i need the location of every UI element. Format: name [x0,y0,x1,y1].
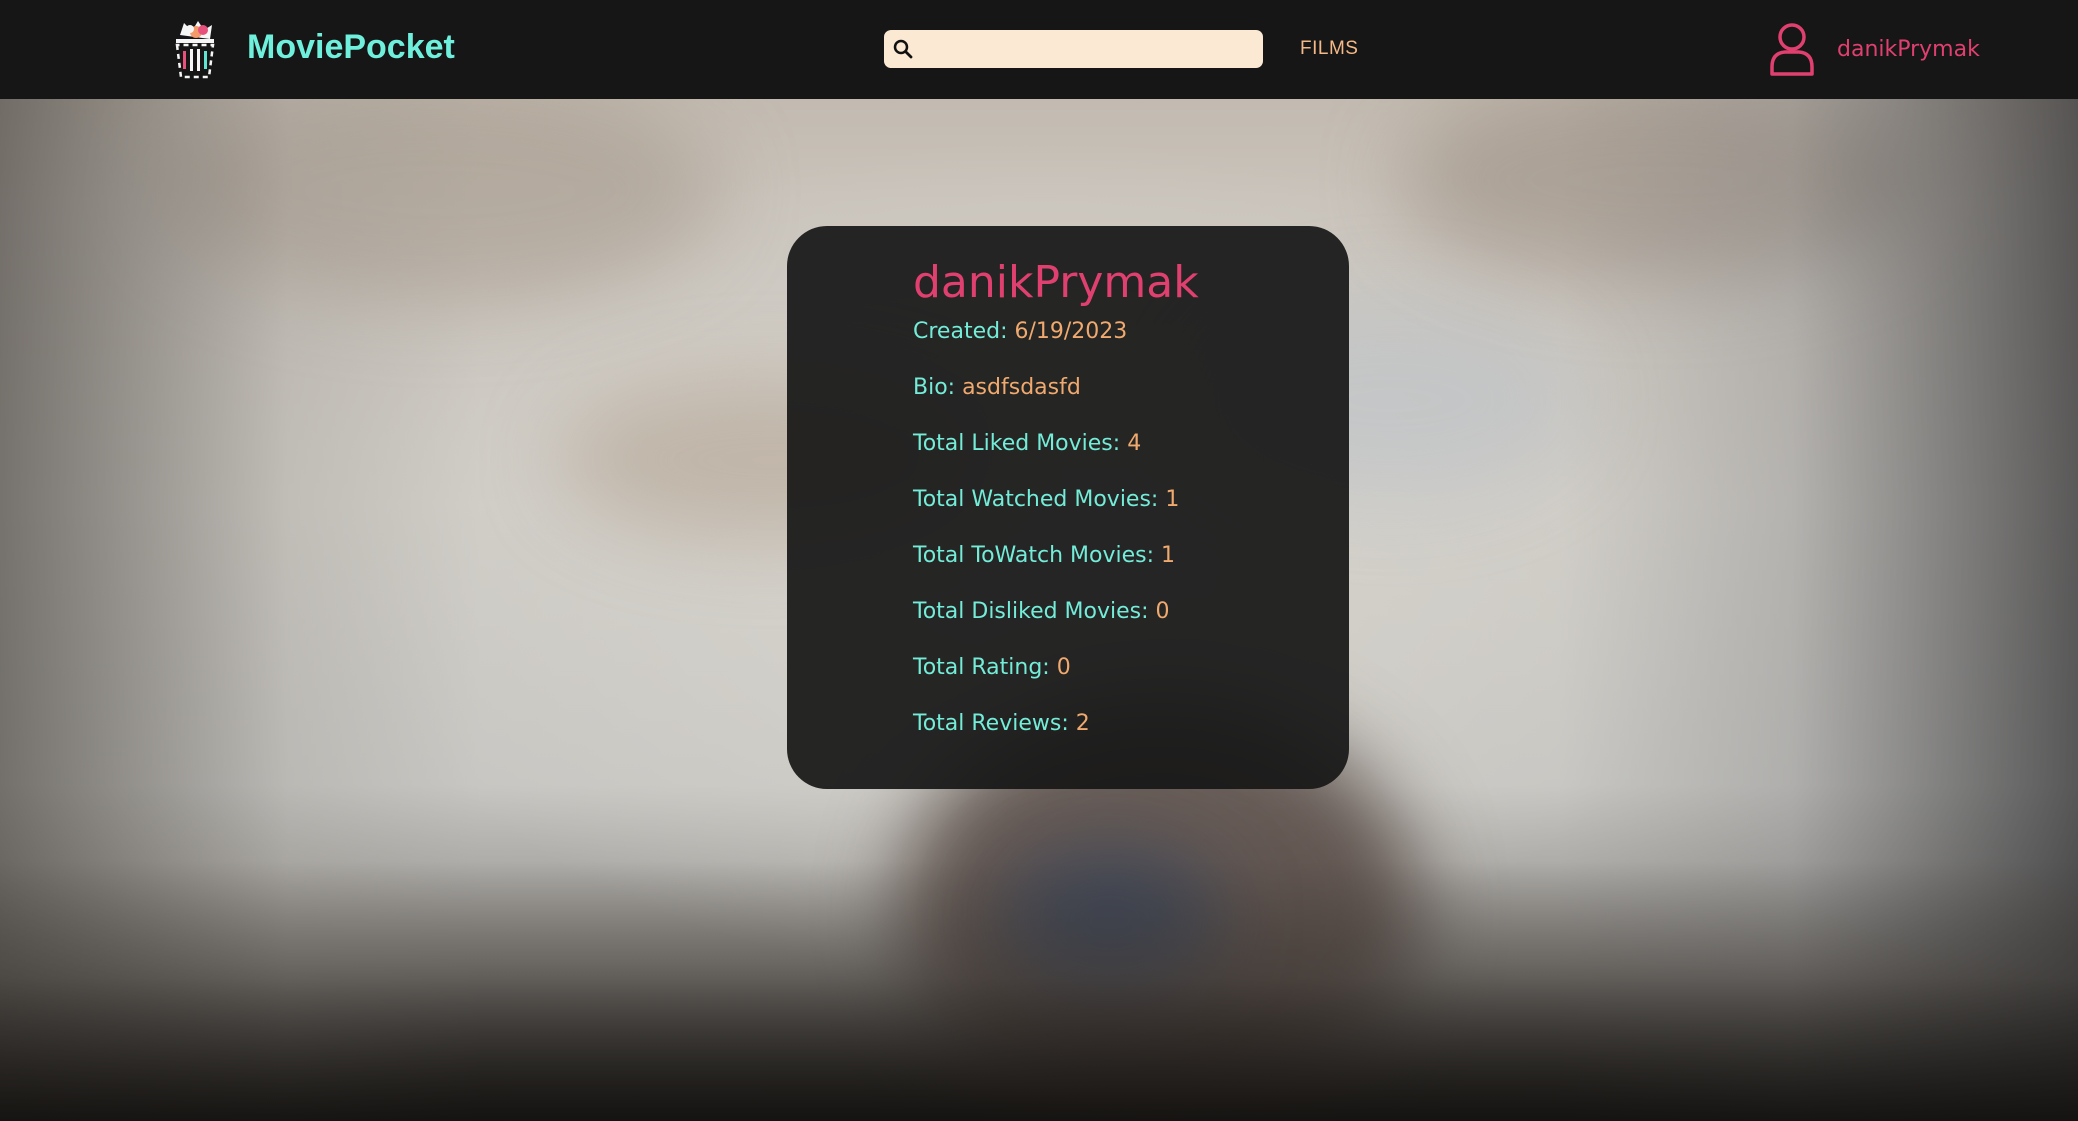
search-bar [884,30,1263,70]
bio-label: Bio: [913,375,956,400]
reviews-label: Total Reviews: [913,711,1069,736]
rating-value: 0 [1056,655,1071,680]
profile-created: Created: 6/19/2023 [913,318,1127,346]
top-navbar: MoviePocket FILMS danikPrymak [0,0,2078,99]
profile-card: danikPrymak Created: 6/19/2023 Bio: asdf… [787,226,1349,789]
stat-watched-movies: Total Watched Movies: 1 [913,486,1179,514]
brand-name[interactable]: MoviePocket [247,27,455,67]
nav-username[interactable]: danikPrymak [1837,36,1980,64]
search-icon[interactable] [892,38,914,60]
watched-value: 1 [1165,487,1180,512]
stat-reviews: Total Reviews: 2 [913,710,1090,738]
stat-liked-movies: Total Liked Movies: 4 [913,430,1141,458]
profile-username: danikPrymak [913,257,1199,308]
towatch-value: 1 [1161,543,1176,568]
disliked-label: Total Disliked Movies: [913,599,1149,624]
user-icon[interactable] [1767,21,1817,77]
towatch-label: Total ToWatch Movies: [913,543,1155,568]
reviews-value: 2 [1075,711,1090,736]
watched-label: Total Watched Movies: [913,487,1159,512]
created-value: 6/19/2023 [1014,319,1128,344]
stat-towatch-movies: Total ToWatch Movies: 1 [913,542,1175,570]
bio-value: asdfsdasfd [962,375,1081,400]
popcorn-film-icon[interactable] [170,17,220,81]
profile-bio: Bio: asdfsdasfd [913,374,1081,402]
stat-rating: Total Rating: 0 [913,654,1071,682]
rating-label: Total Rating: [913,655,1050,680]
liked-label: Total Liked Movies: [913,431,1121,456]
disliked-value: 0 [1155,599,1170,624]
nav-films-link[interactable]: FILMS [1300,37,1358,61]
created-label: Created: [913,319,1008,344]
liked-value: 4 [1127,431,1142,456]
stat-disliked-movies: Total Disliked Movies: 0 [913,598,1170,626]
search-input[interactable] [924,30,1258,70]
